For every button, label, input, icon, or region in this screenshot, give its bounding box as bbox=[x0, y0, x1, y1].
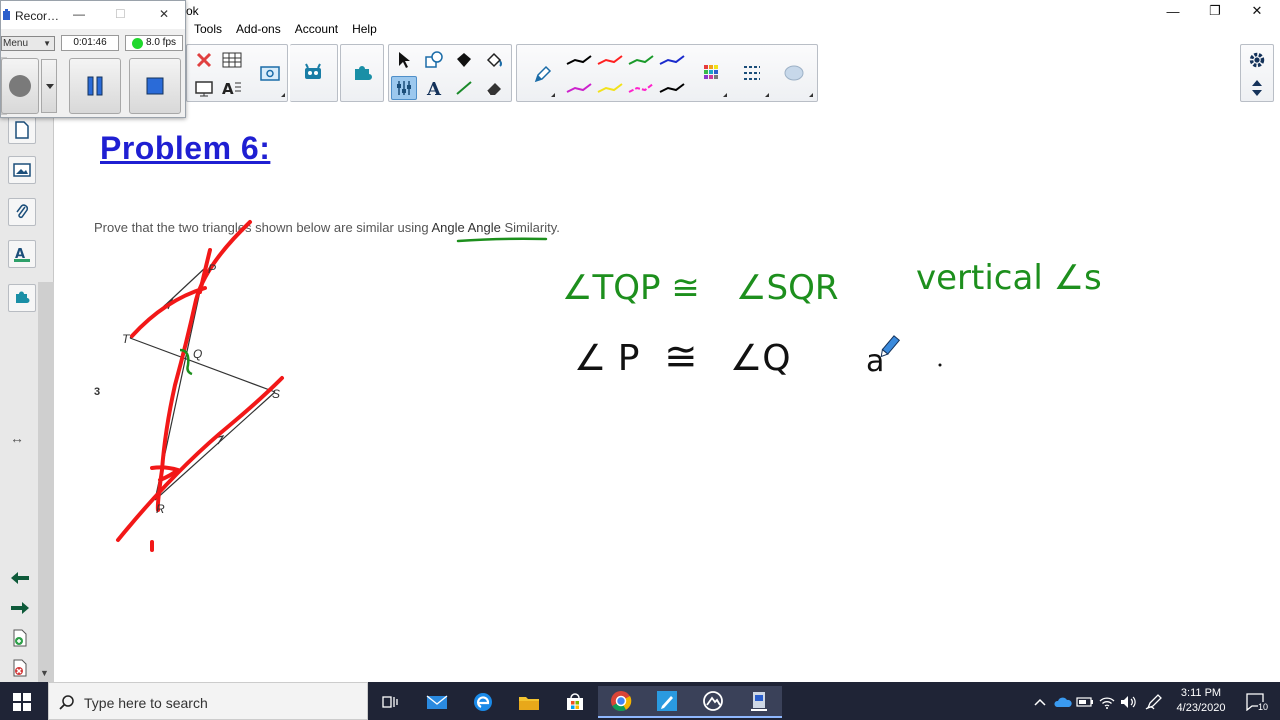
vertex-label-t: T bbox=[122, 332, 130, 346]
ink-layer bbox=[116, 220, 942, 552]
segment-rs bbox=[154, 391, 276, 501]
action-center-icon[interactable]: 10 bbox=[1236, 686, 1276, 718]
mail-icon[interactable] bbox=[414, 686, 460, 718]
vertex-label-p: P bbox=[208, 262, 217, 276]
vertex-label-r: R bbox=[156, 502, 165, 516]
proof-line1-left: ∠TQP ≅ bbox=[562, 268, 700, 308]
clock-date: 4/23/2020 bbox=[1176, 702, 1226, 714]
taskbar-search-box[interactable]: Type here to search bbox=[48, 682, 368, 720]
pen-workspace-icon[interactable] bbox=[1142, 686, 1166, 718]
document-camera-icon[interactable] bbox=[736, 686, 782, 718]
chrome-icon[interactable] bbox=[598, 686, 644, 718]
onedrive-icon[interactable] bbox=[1052, 686, 1074, 718]
notebook-app-icon[interactable] bbox=[644, 686, 690, 718]
task-view-icon[interactable] bbox=[368, 686, 414, 718]
windows-logo-icon bbox=[13, 693, 31, 711]
proof-line2-reason: a bbox=[866, 344, 885, 379]
windows-taskbar: Type here to search 3:11 PM 4/23/2020 10 bbox=[0, 682, 1280, 720]
triangle-diagram bbox=[129, 267, 276, 501]
proof-line1-reason: vertical ∠s bbox=[916, 258, 1102, 298]
ink-dot bbox=[938, 363, 942, 367]
store-icon[interactable] bbox=[552, 686, 598, 718]
proof-line2-congruent: ≅ bbox=[664, 334, 698, 380]
search-icon bbox=[59, 695, 74, 710]
battery-icon[interactable] bbox=[1074, 686, 1096, 718]
volume-icon[interactable] bbox=[1118, 686, 1140, 718]
notification-count: 10 bbox=[1258, 702, 1269, 712]
system-clock[interactable]: 3:11 PM 4/23/2020 bbox=[1170, 686, 1232, 716]
start-button[interactable] bbox=[0, 686, 44, 718]
proof-line2-left: ∠ P bbox=[574, 338, 640, 379]
search-placeholder: Type here to search bbox=[84, 695, 208, 711]
segment-ts bbox=[129, 337, 276, 393]
proof-line2-right: ∠Q bbox=[730, 338, 791, 379]
edge-browser-icon[interactable] bbox=[460, 686, 506, 718]
vertex-label-s: S bbox=[272, 387, 281, 401]
wifi-icon[interactable] bbox=[1096, 686, 1118, 718]
file-explorer-icon[interactable] bbox=[506, 686, 552, 718]
show-hidden-icons[interactable] bbox=[1032, 686, 1048, 718]
proof-line1-right: ∠SQR bbox=[736, 268, 839, 308]
vertex-label-q: Q bbox=[193, 347, 203, 361]
clock-time: 3:11 PM bbox=[1180, 687, 1222, 699]
recorder-app-taskbar-icon[interactable] bbox=[690, 686, 736, 718]
underline-ink bbox=[456, 237, 548, 243]
screen: ok — ❐ ✕ Tools Add-ons Account Help A A … bbox=[0, 0, 1280, 720]
